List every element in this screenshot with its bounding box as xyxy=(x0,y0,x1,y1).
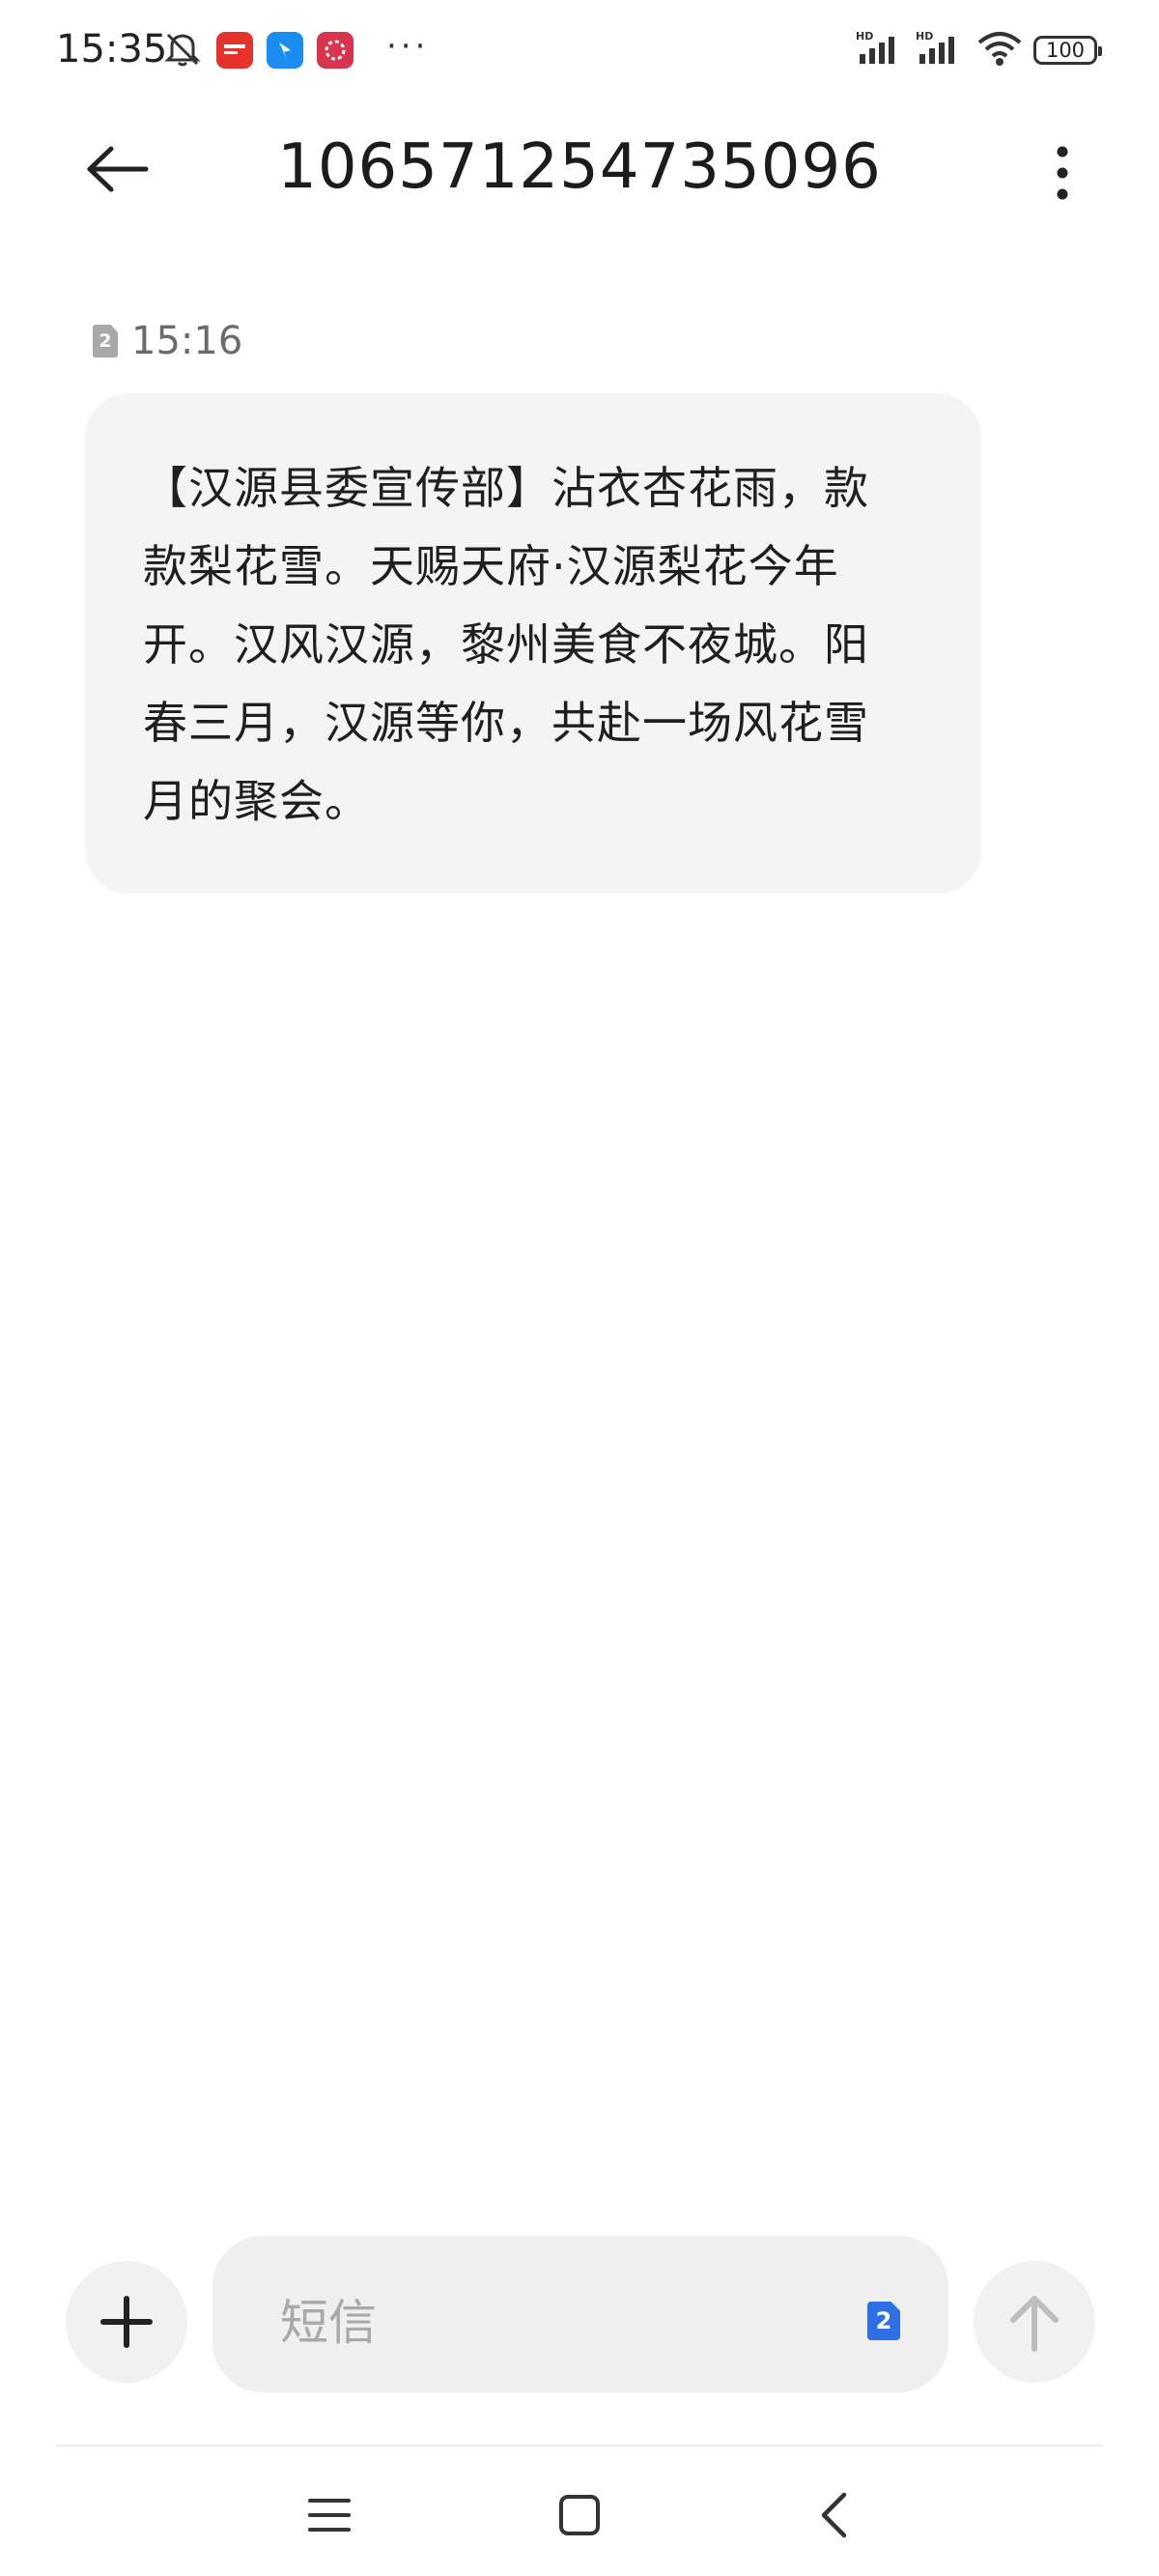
red-app-icon xyxy=(317,32,353,69)
message-line: 开。汉风汉源，黎州美食不夜城。阳 xyxy=(143,618,869,671)
nav-divider xyxy=(56,2445,1103,2447)
arrow-up-icon xyxy=(1010,2296,1059,2352)
status-bar: 15:35 ··· HD HD 100 xyxy=(0,0,1159,106)
add-attachment-button[interactable] xyxy=(66,2261,187,2383)
back-icon xyxy=(821,2492,847,2538)
system-nav-bar xyxy=(0,2454,1159,2576)
send-button[interactable] xyxy=(974,2261,1095,2383)
blue-app-icon xyxy=(267,32,303,69)
wifi-icon xyxy=(975,29,1024,72)
menu-icon xyxy=(308,2499,351,2532)
conversation-header: 106571254735096 xyxy=(0,106,1159,232)
home-button[interactable] xyxy=(536,2472,623,2559)
more-options-button[interactable] xyxy=(1033,139,1091,207)
sms-input-placeholder: 短信 xyxy=(280,2295,377,2351)
notification-icons xyxy=(162,29,353,72)
message-meta: 2 15:16 xyxy=(93,319,242,363)
message-line: 【汉源县委宣传部】沾衣杏花雨，款 xyxy=(143,462,869,514)
more-vertical-icon xyxy=(1057,146,1068,200)
message-line: 春三月，汉源等你，共赴一场风花雪 xyxy=(143,697,869,749)
sender-number-title: 106571254735096 xyxy=(277,131,882,203)
signal-icon: HD xyxy=(856,29,906,72)
sim-select-button[interactable]: 2 xyxy=(867,2302,900,2340)
nav-back-button[interactable] xyxy=(790,2472,877,2559)
message-line: 款梨花雪。天赐天府·汉源梨花今年 xyxy=(143,540,839,592)
toutiao-app-icon xyxy=(216,32,253,69)
sms-conversation-screen: 15:35 ··· HD HD 100 106571254735096 2 15… xyxy=(0,0,1159,2576)
message-text: 【汉源县委宣传部】沾衣杏花雨，款 款梨花雪。天赐天府·汉源梨花今年 开。汉风汉源… xyxy=(143,449,923,841)
message-line: 月的聚会。 xyxy=(143,775,370,827)
message-bubble[interactable]: 【汉源县委宣传部】沾衣杏花雨，款 款梨花雪。天赐天府·汉源梨花今年 开。汉风汉源… xyxy=(85,393,981,894)
home-icon xyxy=(559,2495,600,2535)
message-composer: 短信 2 xyxy=(0,2232,1159,2396)
svg-text:HD: HD xyxy=(856,30,873,43)
message-time: 15:16 xyxy=(131,319,243,363)
mute-icon xyxy=(162,29,203,72)
sms-input[interactable]: 短信 2 xyxy=(212,2236,948,2392)
sim-slot-badge: 2 xyxy=(93,325,118,358)
status-time: 15:35 xyxy=(56,27,168,72)
signal-icon: HD xyxy=(916,29,966,72)
battery-icon: 100 xyxy=(1033,36,1102,65)
system-indicators: HD HD 100 xyxy=(856,29,1102,72)
more-notifications-icon: ··· xyxy=(386,27,430,66)
plus-icon xyxy=(100,2296,153,2348)
recent-apps-button[interactable] xyxy=(286,2472,373,2559)
svg-text:HD: HD xyxy=(916,30,933,43)
